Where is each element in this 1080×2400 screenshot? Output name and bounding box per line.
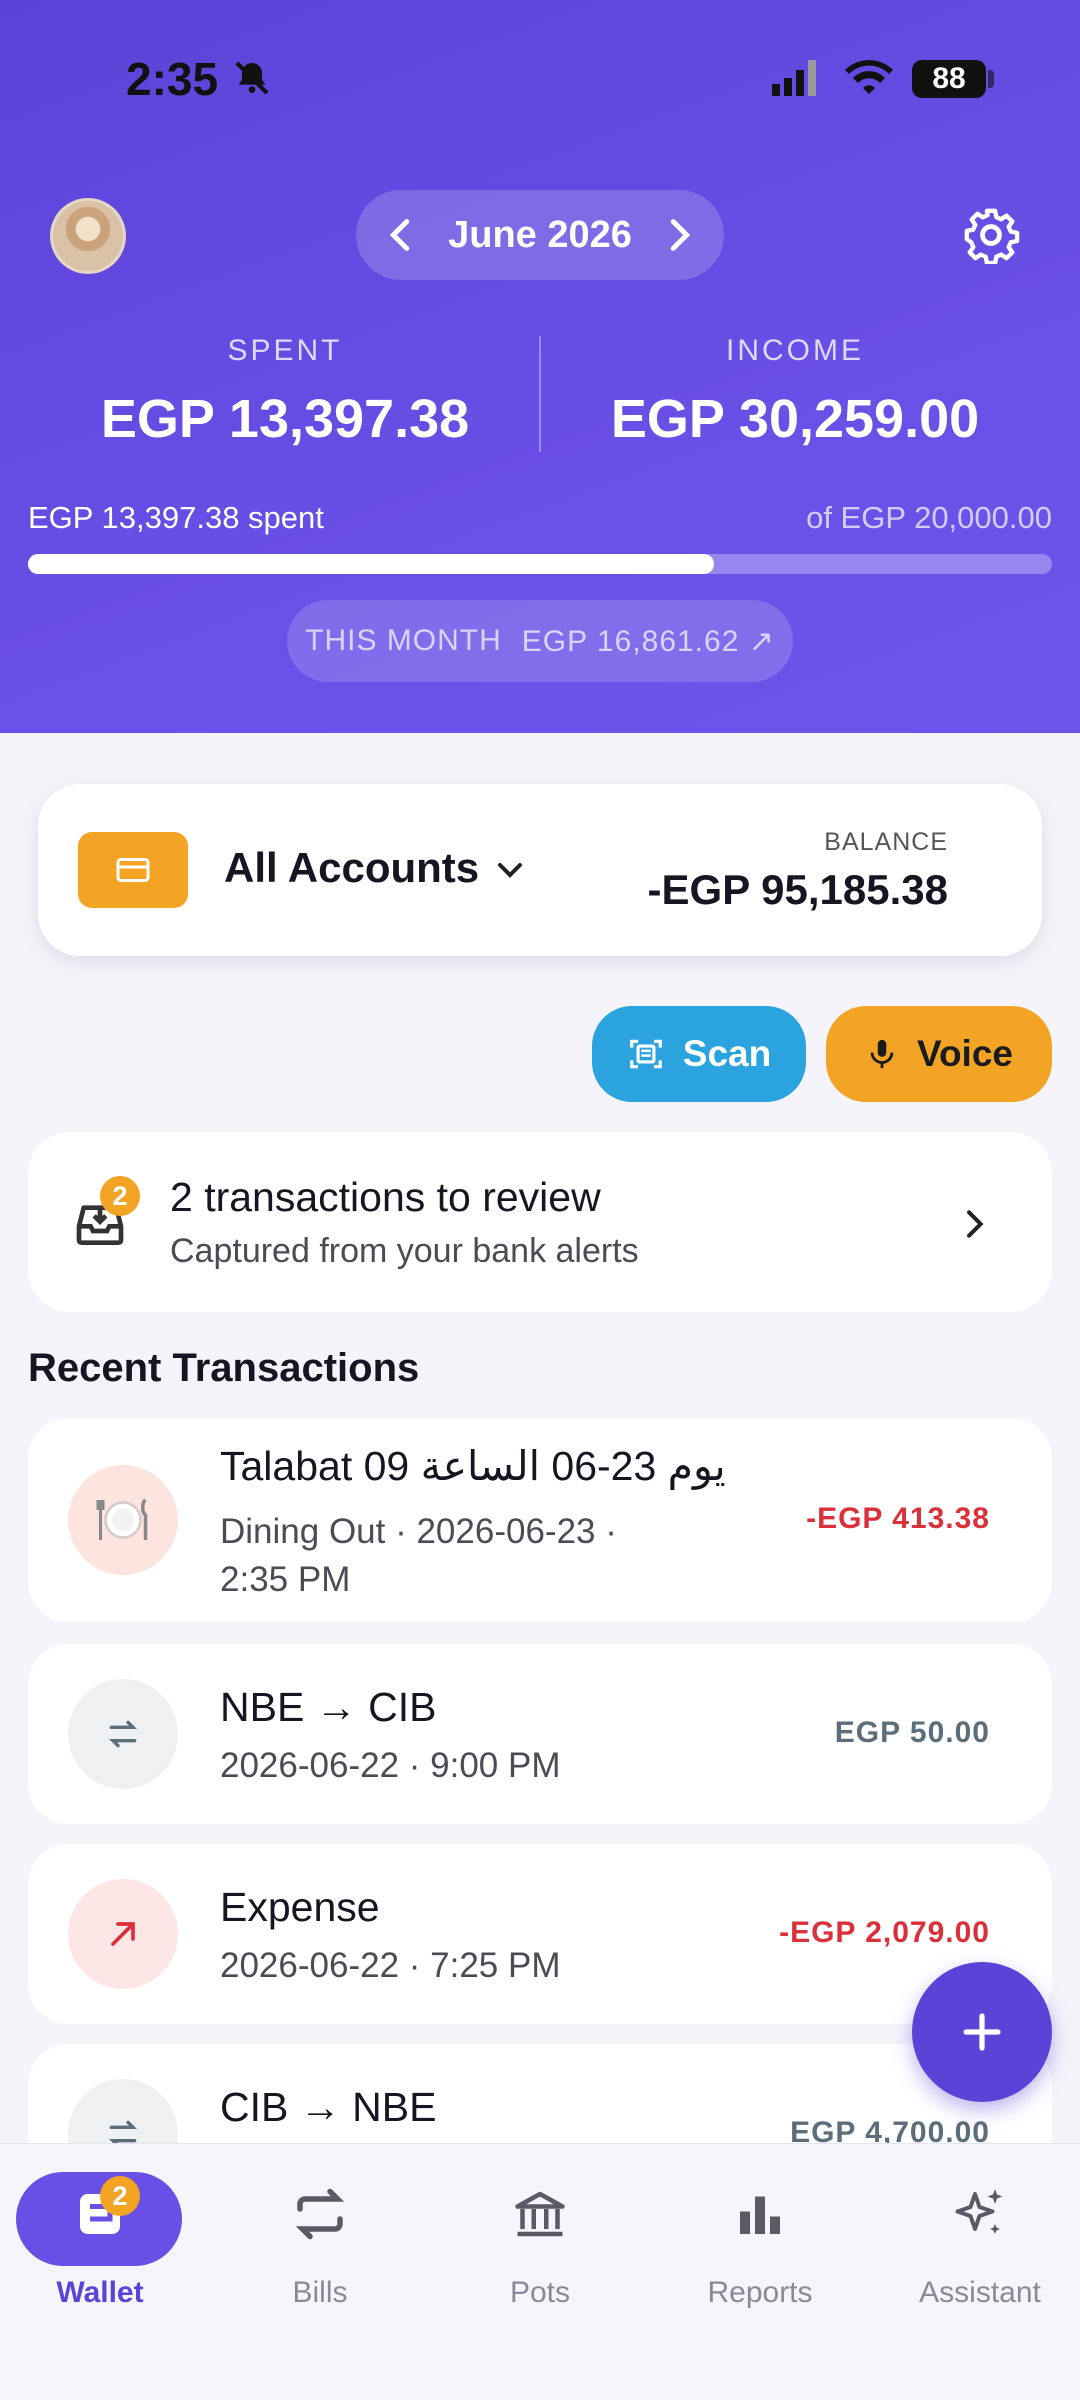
battery-nub	[988, 70, 994, 88]
bell-muted-icon	[235, 61, 269, 95]
card-icon	[78, 832, 188, 908]
transaction-row[interactable]: NBE → CIB 2026-06-22 · 9:00 PM EGP 50.00	[28, 1644, 1052, 1824]
transfer-icon	[68, 2079, 178, 2143]
signal-icon	[772, 60, 816, 96]
wallet-badge: 2	[100, 2176, 140, 2216]
transfer-icon	[68, 1679, 178, 1789]
add-transaction-button[interactable]	[912, 1962, 1052, 2102]
scan-label: Scan	[682, 1033, 772, 1074]
transaction-amount: EGP 50.00	[834, 1716, 990, 1749]
wifi-icon	[845, 60, 893, 94]
transaction-amount: EGP 4,700.00	[790, 2116, 990, 2143]
month-selector: June 2026	[356, 190, 724, 280]
transaction-title: CIB → NBE	[220, 2084, 437, 2130]
nav-label-reports: Reports	[707, 2276, 813, 2309]
transaction-amount: -EGP 2,079.00	[779, 1916, 990, 1949]
spent-label: SPENT	[227, 334, 343, 367]
nav-label-assistant: Assistant	[919, 2276, 1041, 2309]
chevron-down-icon[interactable]	[490, 850, 530, 890]
budget-progress-fill	[28, 554, 715, 574]
status-bar: 2:35 88	[126, 52, 1020, 112]
avatar[interactable]	[50, 198, 126, 274]
transaction-row[interactable]: CIB → NBE EGP 4,700.00	[28, 2044, 1052, 2143]
nav-label-bills: Bills	[292, 2276, 348, 2309]
plus-icon	[963, 2013, 1001, 2051]
income-value: EGP 30,259.00	[610, 389, 980, 449]
balance-label: BALANCE	[824, 828, 948, 856]
chevron-right-icon[interactable]	[656, 212, 702, 258]
budget-progress-bar	[28, 554, 1052, 574]
status-time: 2:35	[126, 53, 219, 105]
transaction-meta: 2026-06-22 · 9:00 PM	[220, 1746, 561, 1785]
scan-icon	[629, 1039, 662, 1069]
income-label: INCOME	[726, 334, 864, 367]
review-badge: 2	[100, 1176, 140, 1216]
battery-indicator: 88	[912, 60, 986, 98]
transaction-list: Talabat 09 يوم 23-06 الساعة Dining Out ·…	[28, 1418, 1052, 2143]
bottom-navigation: 2 Wallet Bills Pots Reports Assistant	[0, 2143, 1080, 2400]
nav-label-wallet: Wallet	[56, 2276, 144, 2309]
bar-chart-icon	[740, 2196, 780, 2234]
spent-value: EGP 13,397.38	[100, 389, 470, 449]
summary-header: 2:35 88 June 2026 SPENT EGP 13,397.38 IN…	[0, 0, 1080, 733]
gear-icon[interactable]	[962, 206, 1020, 264]
account-selector-label[interactable]: All Accounts	[224, 844, 479, 892]
scan-button[interactable]: Scan	[592, 1006, 806, 1102]
bank-icon	[515, 2191, 565, 2237]
chevron-right-icon[interactable]	[954, 1204, 994, 1244]
budget-spent-text: EGP 13,397.38 spent	[28, 500, 324, 535]
account-card[interactable]: All Accounts BALANCE -EGP 95,185.38	[38, 784, 1042, 956]
review-subtitle: Captured from your bank alerts	[170, 1232, 639, 1270]
this-month-chip[interactable]: THIS MONTH EGP 16,861.62 ↗	[287, 600, 793, 682]
transaction-meta: Dining Out · 2026-06-23 ·	[220, 1512, 617, 1551]
this-month-label: THIS MONTH	[305, 624, 502, 657]
expense-arrow-icon	[68, 1879, 178, 1989]
transaction-time: 2:35 PM	[220, 1560, 351, 1599]
transaction-title: NBE → CIB	[220, 1684, 437, 1730]
this-month-value: EGP 16,861.62 ↗	[521, 624, 775, 658]
sparkle-icon	[955, 2189, 1003, 2234]
voice-label: Voice	[917, 1033, 1013, 1074]
nav-label-pots: Pots	[509, 2276, 571, 2309]
transaction-title: Expense	[220, 1884, 380, 1930]
stat-divider	[539, 336, 541, 452]
bills-icon	[295, 2188, 345, 2240]
budget-total-text: of EGP 20,000.00	[806, 500, 1052, 535]
review-card[interactable]: 2 2 transactions to review Captured from…	[28, 1132, 1052, 1312]
transaction-row[interactable]: Expense 2026-06-22 · 7:25 PM -EGP 2,079.…	[28, 1844, 1052, 2024]
dining-icon	[68, 1465, 178, 1575]
balance-value: -EGP 95,185.38	[647, 866, 948, 913]
recent-transactions-title: Recent Transactions	[28, 1346, 420, 1390]
transaction-title: Talabat 09 يوم 23-06 الساعة	[220, 1443, 726, 1489]
transaction-amount: -EGP 413.38	[806, 1502, 990, 1535]
review-title: 2 transactions to review	[170, 1174, 601, 1220]
transaction-row[interactable]: Talabat 09 يوم 23-06 الساعة Dining Out ·…	[28, 1418, 1052, 1622]
transaction-meta: 2026-06-22 · 7:25 PM	[220, 1946, 561, 1985]
microphone-icon	[870, 1039, 894, 1069]
voice-button[interactable]: Voice	[826, 1006, 1052, 1102]
